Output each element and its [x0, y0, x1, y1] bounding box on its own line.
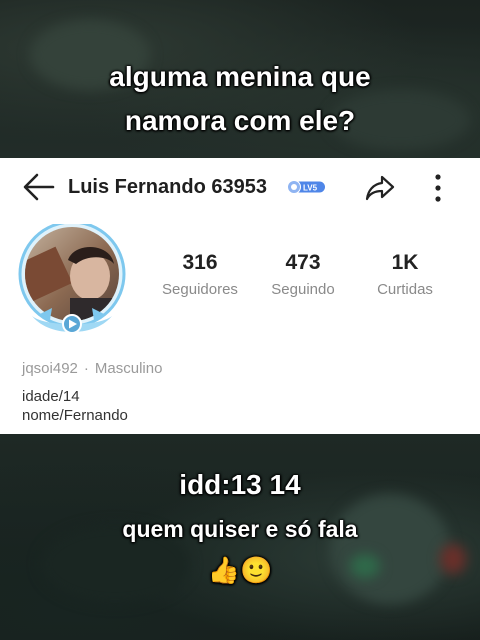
level-badge-text: LV5	[303, 184, 318, 193]
thumbs-up-smile-emoji: 👍🙂	[207, 555, 273, 585]
more-options-button[interactable]	[426, 172, 450, 204]
bottom-caption-line1: idd:13 14	[179, 469, 301, 500]
separator-dot: ·	[83, 360, 89, 377]
more-vertical-icon	[435, 174, 441, 202]
stat-label: Seguidores	[162, 281, 238, 298]
top-caption-line2: namora com ele?	[124, 105, 356, 136]
top-caption-line1: alguma menina que	[109, 61, 371, 92]
level-badge: LV5	[286, 180, 326, 194]
bio-line: idade/14	[22, 388, 80, 405]
stat-label: Curtidas	[377, 281, 433, 298]
stat-likes[interactable]: 1K Curtidas	[355, 248, 455, 302]
profile-bio: idade/14 nome/Fernando	[22, 387, 128, 425]
back-button[interactable]	[22, 172, 56, 202]
stat-value: 316	[182, 251, 218, 274]
top-caption: alguma menina que namora com ele?	[0, 55, 480, 143]
avatar[interactable]	[18, 220, 130, 338]
stat-label: Seguindo	[271, 281, 335, 298]
stat-value: 473	[285, 251, 321, 274]
stat-followers[interactable]: 316 Seguidores	[150, 248, 250, 302]
gender: Masculino	[94, 360, 163, 377]
username[interactable]: jqsoi492	[22, 360, 78, 377]
profile-header: Luis Fernando 63953 LV5	[0, 158, 480, 214]
profile-meta: jqsoi492 · Masculino	[22, 359, 162, 379]
bottom-caption-line2: quem quiser e só fala	[122, 516, 358, 542]
stat-value: 1K	[391, 251, 419, 274]
profile-name: Luis Fernando 63953	[68, 176, 267, 198]
share-button[interactable]	[364, 172, 396, 204]
share-icon	[365, 175, 395, 201]
arrow-left-icon	[23, 173, 55, 201]
profile-stats: 316 Seguidores 473 Seguindo 1K Curtidas	[150, 248, 460, 308]
profile-card: Luis Fernando 63953 LV5 316 Seguidores 4…	[0, 158, 480, 434]
stat-following[interactable]: 473 Seguindo	[253, 248, 353, 302]
bio-line: nome/Fernando	[22, 407, 128, 424]
